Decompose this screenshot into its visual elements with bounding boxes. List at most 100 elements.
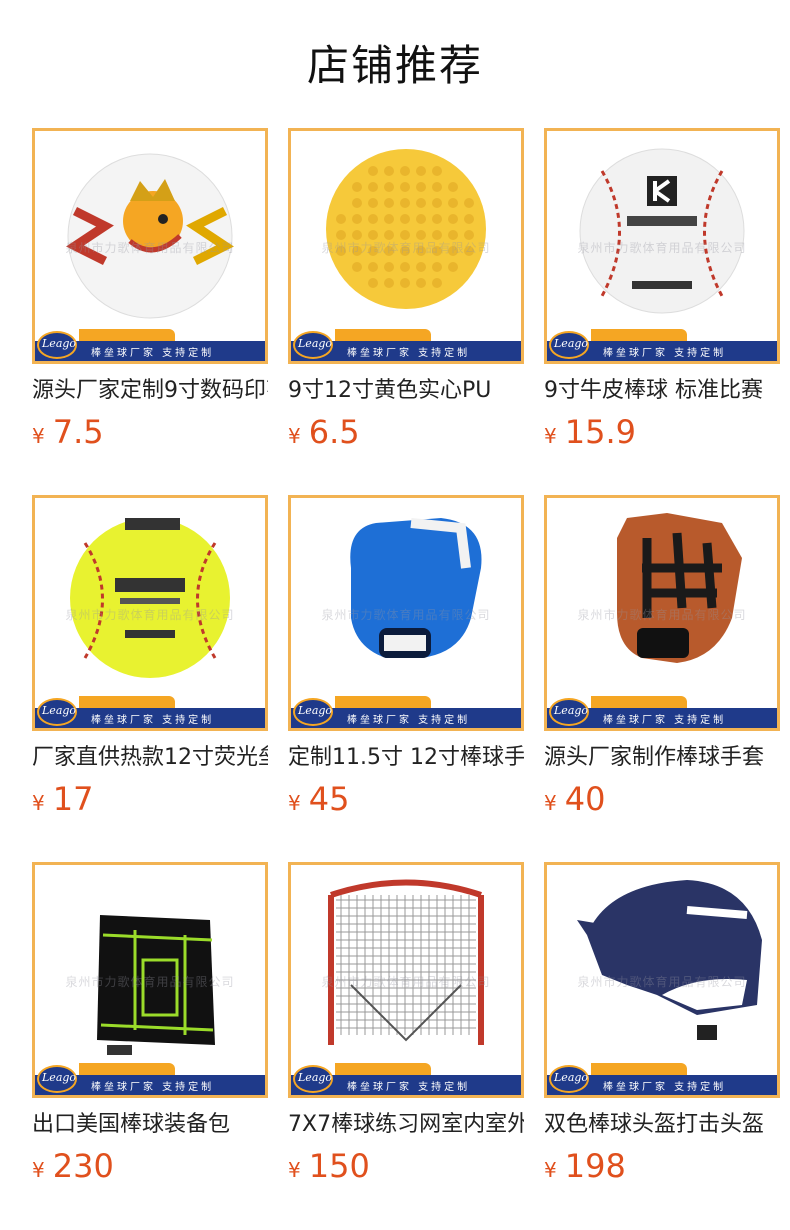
watermark-text: 泉州市力歌体育用品有限公司 (321, 608, 491, 622)
leago-logo-icon: Leago (37, 698, 77, 726)
ribbon-tagline: 棒垒球厂家 支持定制 (91, 715, 215, 726)
ribbon-orange-bar (79, 696, 175, 708)
product-card-1[interactable]: 泉州市力歌体育用品有限公司 棒垒球厂家 支持定制 Leago 源头厂家定制9寸数… (32, 128, 268, 458)
logo-text: Leago (298, 704, 333, 717)
leago-logo-icon: Leago (37, 1065, 77, 1093)
price-amount: 45 (308, 780, 350, 818)
product-price: ¥40 (544, 779, 780, 825)
ribbon-orange-bar (335, 1063, 431, 1075)
shop-recommendation-page: 店铺推荐 泉州市力歌体育用品有限公司 棒垒球厂家 支持定制 Leago 源头厂家… (0, 0, 790, 1230)
ribbon-tagline: 棒垒球厂家 支持定制 (347, 715, 471, 726)
ribbon-orange-bar (335, 329, 431, 341)
brand-ribbon: 棒垒球厂家 支持定制 Leago (35, 329, 265, 361)
product-image[interactable]: 泉州市力歌体育用品有限公司 棒垒球厂家 支持定制 Leago (32, 128, 268, 364)
logo-text: Leago (42, 337, 77, 350)
watermark-text: 泉州市力歌体育用品有限公司 (577, 241, 747, 255)
product-name[interactable]: 源头厂家制作棒球手套 (544, 743, 780, 773)
leago-logo-icon: Leago (293, 698, 333, 726)
leago-logo-icon: Leago (549, 698, 589, 726)
product-image[interactable]: 泉州市力歌体育用品有限公司 棒垒球厂家 支持定制 Leago (544, 862, 780, 1098)
product-name[interactable]: 厂家直供热款12寸荧光垒球 (32, 743, 268, 773)
logo-text: Leago (554, 704, 589, 717)
currency-symbol: ¥ (32, 1158, 45, 1182)
brand-ribbon: 棒垒球厂家 支持定制 Leago (291, 696, 521, 728)
product-name[interactable]: 9寸牛皮棒球 标准比赛 (544, 376, 780, 406)
product-image[interactable]: 泉州市力歌体育用品有限公司 棒垒球厂家 支持定制 Leago (288, 128, 524, 364)
ribbon-orange-bar (79, 1063, 175, 1075)
product-price: ¥198 (544, 1146, 780, 1192)
watermark-text: 泉州市力歌体育用品有限公司 (321, 241, 491, 255)
price-amount: 40 (564, 780, 606, 818)
product-card-4[interactable]: 泉州市力歌体育用品有限公司 棒垒球厂家 支持定制 Leago 厂家直供热款12寸… (32, 495, 268, 825)
ribbon-tagline: 棒垒球厂家 支持定制 (603, 348, 727, 359)
ribbon-tagline: 棒垒球厂家 支持定制 (603, 715, 727, 726)
currency-symbol: ¥ (288, 1158, 301, 1182)
product-name[interactable]: 出口美国棒球装备包 (32, 1110, 268, 1140)
product-name[interactable]: 定制11.5寸 12寸棒球手套 (288, 743, 524, 773)
page-title: 店铺推荐 (306, 41, 483, 90)
ribbon-orange-bar (79, 329, 175, 341)
price-amount: 7.5 (52, 413, 104, 451)
product-price: ¥150 (288, 1146, 524, 1192)
product-name[interactable]: 源头厂家定制9寸数码印花棒球 (32, 376, 268, 406)
product-card-5[interactable]: 泉州市力歌体育用品有限公司 棒垒球厂家 支持定制 Leago 定制11.5寸 1… (288, 495, 524, 825)
ribbon-orange-bar (591, 696, 687, 708)
logo-text: Leago (554, 1071, 589, 1084)
product-name[interactable]: 7X7棒球练习网室内室外 (288, 1110, 524, 1140)
brand-ribbon: 棒垒球厂家 支持定制 Leago (35, 696, 265, 728)
product-price: ¥15.9 (544, 412, 780, 458)
product-card-8[interactable]: 泉州市力歌体育用品有限公司 棒垒球厂家 支持定制 Leago 7X7棒球练习网室… (288, 862, 524, 1192)
currency-symbol: ¥ (288, 791, 301, 815)
product-price: ¥17 (32, 779, 268, 825)
watermark-text: 泉州市力歌体育用品有限公司 (577, 608, 747, 622)
leago-logo-icon: Leago (549, 1065, 589, 1093)
logo-text: Leago (42, 704, 77, 717)
leago-logo-icon: Leago (37, 331, 77, 359)
leago-logo-icon: Leago (293, 331, 333, 359)
product-image[interactable]: 泉州市力歌体育用品有限公司 棒垒球厂家 支持定制 Leago (288, 495, 524, 731)
watermark-text: 泉州市力歌体育用品有限公司 (65, 241, 235, 255)
currency-symbol: ¥ (544, 1158, 557, 1182)
currency-symbol: ¥ (32, 791, 45, 815)
ribbon-tagline: 棒垒球厂家 支持定制 (91, 348, 215, 359)
currency-symbol: ¥ (544, 424, 557, 448)
price-amount: 230 (52, 1147, 114, 1185)
brand-ribbon: 棒垒球厂家 支持定制 Leago (35, 1063, 265, 1095)
logo-text: Leago (298, 1071, 333, 1084)
logo-text: Leago (42, 1071, 77, 1084)
product-name[interactable]: 双色棒球头盔打击头盔 (544, 1110, 780, 1140)
brand-ribbon: 棒垒球厂家 支持定制 Leago (291, 329, 521, 361)
currency-symbol: ¥ (32, 424, 45, 448)
product-price: ¥6.5 (288, 412, 524, 458)
watermark-text: 泉州市力歌体育用品有限公司 (65, 608, 235, 622)
ribbon-tagline: 棒垒球厂家 支持定制 (347, 1082, 471, 1093)
logo-text: Leago (298, 337, 333, 350)
product-card-2[interactable]: 泉州市力歌体育用品有限公司 棒垒球厂家 支持定制 Leago 9寸12寸黄色实心… (288, 128, 524, 458)
ribbon-tagline: 棒垒球厂家 支持定制 (91, 1082, 215, 1093)
product-image[interactable]: 泉州市力歌体育用品有限公司 棒垒球厂家 支持定制 Leago (32, 862, 268, 1098)
product-image[interactable]: 泉州市力歌体育用品有限公司 棒垒球厂家 支持定制 Leago (544, 128, 780, 364)
watermark-text: 泉州市力歌体育用品有限公司 (321, 975, 491, 989)
product-card-7[interactable]: 泉州市力歌体育用品有限公司 棒垒球厂家 支持定制 Leago 出口美国棒球装备包… (32, 862, 268, 1192)
product-card-6[interactable]: 泉州市力歌体育用品有限公司 棒垒球厂家 支持定制 Leago 源头厂家制作棒球手… (544, 495, 780, 825)
ribbon-tagline: 棒垒球厂家 支持定制 (603, 1082, 727, 1093)
leago-logo-icon: Leago (549, 331, 589, 359)
product-price: ¥7.5 (32, 412, 268, 458)
logo-text: Leago (554, 337, 589, 350)
product-image[interactable]: 泉州市力歌体育用品有限公司 棒垒球厂家 支持定制 Leago (544, 495, 780, 731)
price-amount: 6.5 (308, 413, 360, 451)
ribbon-tagline: 棒垒球厂家 支持定制 (347, 348, 471, 359)
product-image[interactable]: 泉州市力歌体育用品有限公司 棒垒球厂家 支持定制 Leago (32, 495, 268, 731)
watermark-text: 泉州市力歌体育用品有限公司 (577, 975, 747, 989)
price-amount: 150 (308, 1147, 370, 1185)
currency-symbol: ¥ (288, 424, 301, 448)
product-image[interactable]: 泉州市力歌体育用品有限公司 棒垒球厂家 支持定制 Leago (288, 862, 524, 1098)
brand-ribbon: 棒垒球厂家 支持定制 Leago (291, 1063, 521, 1095)
price-amount: 198 (564, 1147, 626, 1185)
product-card-3[interactable]: 泉州市力歌体育用品有限公司 棒垒球厂家 支持定制 Leago 9寸牛皮棒球 标准… (544, 128, 780, 458)
ribbon-orange-bar (335, 696, 431, 708)
currency-symbol: ¥ (544, 791, 557, 815)
product-card-9[interactable]: 泉州市力歌体育用品有限公司 棒垒球厂家 支持定制 Leago 双色棒球头盔打击头… (544, 862, 780, 1192)
ribbon-orange-bar (591, 329, 687, 341)
product-name[interactable]: 9寸12寸黄色实心PU (288, 376, 524, 406)
